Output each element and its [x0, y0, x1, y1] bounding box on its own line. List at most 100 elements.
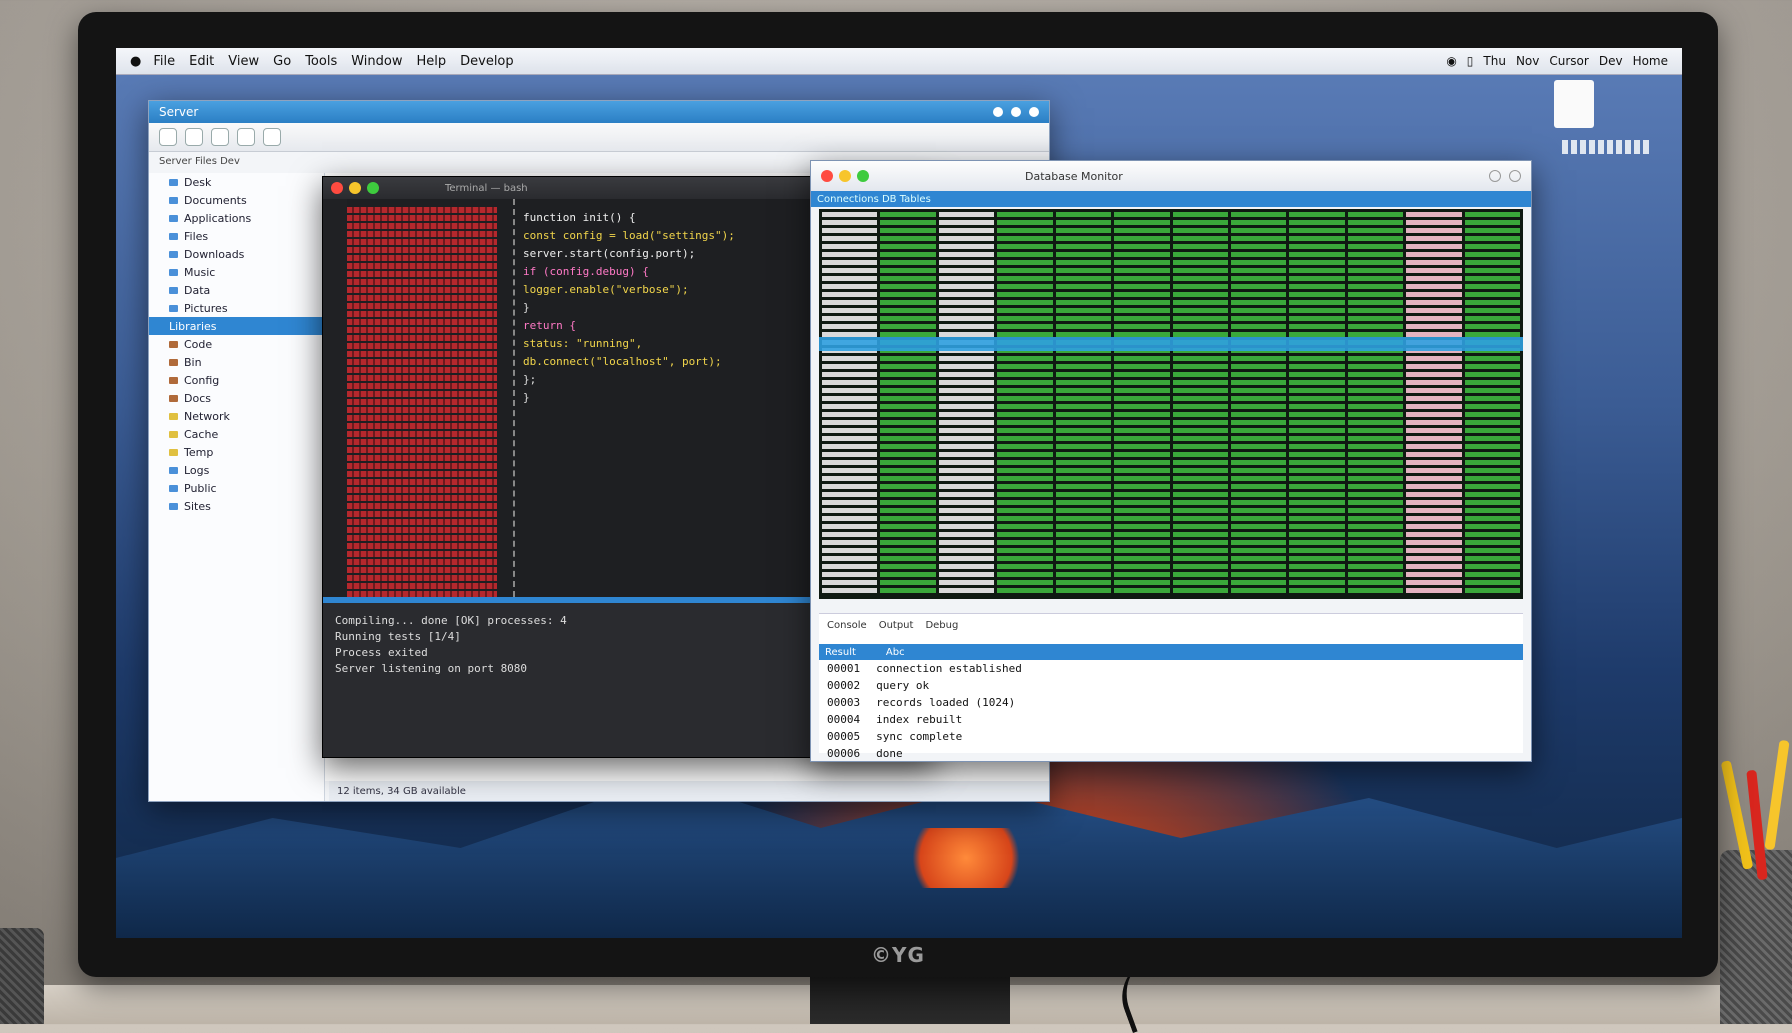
info-icon[interactable] [993, 107, 1003, 117]
sidebar-item[interactable]: Desk [149, 173, 324, 191]
menu-tools[interactable]: Tools [305, 54, 337, 69]
row-text: query ok [876, 679, 930, 692]
output-row: 00004 index rebuilt [819, 711, 1523, 728]
zoom-button[interactable] [857, 170, 869, 182]
editor-title: Terminal — bash [445, 182, 528, 194]
sidebar-item[interactable]: Docs [149, 389, 324, 407]
sidebar-item[interactable]: Config [149, 371, 324, 389]
sidebar-item[interactable]: Sites [149, 497, 324, 515]
back-button[interactable] [159, 128, 177, 146]
zoom-button[interactable] [367, 182, 379, 194]
sidebar-label: Public [184, 481, 217, 495]
monitor: ©YG ● File Edit View Go Tools Window Hel… [78, 12, 1718, 977]
row-text: records loaded (1024) [876, 696, 1016, 709]
selected-row[interactable] [819, 337, 1523, 351]
data-grid[interactable] [819, 209, 1523, 599]
settings-icon[interactable] [1029, 107, 1039, 117]
close-button[interactable] [331, 182, 343, 194]
row-text: done [876, 747, 903, 760]
status-2: Nov [1515, 54, 1540, 68]
tab-output[interactable]: Output [879, 620, 914, 640]
sidebar-item[interactable]: Bin [149, 353, 324, 371]
sidebar-label: Data [184, 283, 211, 297]
row-id: 00005 [827, 730, 861, 743]
screen: ● File Edit View Go Tools Window Help De… [116, 48, 1682, 938]
view-list-button[interactable] [237, 128, 255, 146]
menu-window[interactable]: Window [351, 54, 402, 69]
sidebar-item[interactable]: Network [149, 407, 324, 425]
finder-titlebar[interactable]: Server [149, 101, 1049, 123]
close-button[interactable] [821, 170, 833, 182]
tab-debug[interactable]: Debug [925, 620, 958, 640]
output-row: 00002 query ok [819, 677, 1523, 694]
sidebar-item[interactable]: Files [149, 227, 324, 245]
status-4: Dev [1598, 54, 1623, 68]
share-icon[interactable] [1011, 107, 1021, 117]
apple-icon[interactable]: ● [130, 54, 141, 69]
row-id: 00004 [827, 713, 861, 726]
folder-icon [169, 268, 178, 276]
folder-icon [169, 466, 178, 474]
sidebar-item[interactable]: Temp [149, 443, 324, 461]
sidebar-item[interactable]: Applications [149, 209, 324, 227]
menu-develop[interactable]: Develop [460, 54, 514, 69]
action-button[interactable] [263, 128, 281, 146]
sidebar-item[interactable]: Music [149, 263, 324, 281]
sidebar-item[interactable]: Pictures [149, 299, 324, 317]
minimize-button[interactable] [349, 182, 361, 194]
sidebar-item[interactable]: Logs [149, 461, 324, 479]
grid-column [1055, 212, 1112, 596]
sidebar-label: Music [184, 265, 216, 279]
view-icon-button[interactable] [211, 128, 229, 146]
highlighted-code [347, 207, 497, 597]
menu-help[interactable]: Help [416, 54, 446, 69]
output-tabs: Console Output Debug [819, 614, 1523, 640]
output-header-label: Abc [885, 646, 905, 658]
sidebar-label: Network [184, 409, 230, 423]
sidebar-label: Config [184, 373, 220, 387]
sidebar-item[interactable]: Code [149, 335, 324, 353]
window-control-icon[interactable] [1509, 170, 1521, 182]
sidebar-item[interactable]: Public [149, 479, 324, 497]
sidebar-item[interactable]: Cache [149, 425, 324, 443]
folder-icon [169, 484, 178, 492]
folder-icon [169, 250, 178, 258]
grid-column [1172, 212, 1228, 596]
sidebar-item[interactable]: Downloads [149, 245, 324, 263]
sidebar-item[interactable]: Data [149, 281, 324, 299]
window-control-icon[interactable] [1489, 170, 1501, 182]
monitor-brand: ©YG [871, 943, 925, 967]
folder-icon [169, 448, 178, 456]
data-header: Connections DB Tables [811, 191, 1531, 207]
menu-edit[interactable]: Edit [189, 54, 214, 69]
forward-button[interactable] [185, 128, 203, 146]
sidebar-label: Desk [184, 175, 212, 189]
sidebar-item[interactable]: Documents [149, 191, 324, 209]
sidebar-label: Logs [184, 463, 210, 477]
tab-console[interactable]: Console [827, 620, 867, 640]
sidebar-section[interactable]: Libraries [149, 317, 324, 335]
sidebar-label: Sites [184, 499, 211, 513]
minimize-button[interactable] [839, 170, 851, 182]
battery-icon[interactable]: ▯ [1467, 54, 1474, 68]
sidebar-label: Files [184, 229, 209, 243]
menubar: ● File Edit View Go Tools Window Help De… [116, 48, 1682, 75]
status-3: Cursor [1549, 54, 1589, 68]
menu-file[interactable]: File [153, 54, 175, 69]
menu-view[interactable]: View [228, 54, 259, 69]
finder-title: Server [159, 105, 199, 119]
output-header-label: Result [825, 646, 856, 658]
data-titlebar[interactable]: Database Monitor [811, 161, 1531, 191]
finder-statusbar: 12 items, 34 GB available [329, 781, 1049, 801]
folder-icon [169, 304, 178, 312]
folder-icon [169, 232, 178, 240]
sidebar-label: Pictures [184, 301, 228, 315]
finder-toolbar [149, 123, 1049, 152]
menu-go[interactable]: Go [273, 54, 291, 69]
folder-icon [169, 394, 178, 402]
output-header: Result Abc [819, 644, 1523, 660]
desktop-file-icon[interactable] [1554, 80, 1594, 128]
wifi-icon[interactable]: ◉ [1446, 54, 1456, 68]
sidebar-label: Cache [184, 427, 219, 441]
folder-icon [169, 214, 178, 222]
